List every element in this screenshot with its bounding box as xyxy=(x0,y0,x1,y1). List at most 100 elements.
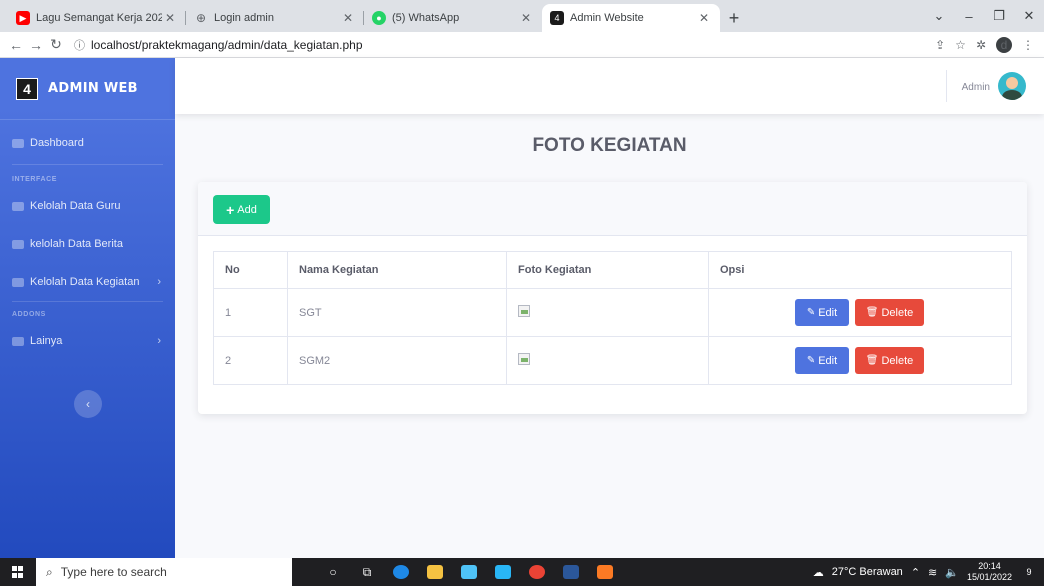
star-icon[interactable]: ☆ xyxy=(955,38,966,52)
edit-icon: ✎ xyxy=(806,307,816,318)
cell-opsi: ✎ Edit 🗑 Delete xyxy=(708,336,1012,385)
address-bar[interactable]: ⓘ localhost/praktekmagang/admin/data_keg… xyxy=(74,35,927,55)
tab-strip: ▶ Lagu Semangat Kerja 2021 | Top ✕ ⊕ Log… xyxy=(0,0,1044,32)
notification-icon[interactable]: 9 xyxy=(1020,563,1038,581)
maximize-button[interactable]: ❐ xyxy=(984,0,1014,32)
kegiatan-table: No Nama Kegiatan Foto Kegiatan Opsi 1 SG… xyxy=(213,251,1012,385)
plus-icon: + xyxy=(226,201,235,218)
cell-nama: SGT xyxy=(287,288,507,337)
file-explorer-icon[interactable] xyxy=(418,558,452,586)
sidebar-toggle-button[interactable]: ‹ xyxy=(74,390,102,418)
volume-icon[interactable]: 🔈 xyxy=(945,566,959,579)
store-icon[interactable] xyxy=(452,558,486,586)
dashboard-icon xyxy=(12,138,24,148)
user-name[interactable]: Admin xyxy=(962,82,990,93)
minimize-button[interactable]: – xyxy=(954,0,984,32)
sidebar: 4 ADMIN WEB Dashboard INTERFACE Kelolah … xyxy=(0,58,175,558)
edit-icon: ✎ xyxy=(806,355,816,366)
edit-button[interactable]: ✎ Edit xyxy=(795,299,849,326)
column-header-foto: Foto Kegiatan xyxy=(506,251,709,289)
chevron-right-icon: › xyxy=(157,276,161,288)
add-button[interactable]: + Add xyxy=(213,195,270,224)
sidebar-item-dashboard[interactable]: Dashboard xyxy=(0,124,175,162)
windows-icon xyxy=(12,566,24,578)
table-icon xyxy=(12,239,24,249)
brand-logo: 4 xyxy=(16,77,38,100)
broken-image-icon xyxy=(518,305,530,317)
search-icon: ⌕ xyxy=(46,564,53,579)
edge-icon[interactable] xyxy=(384,558,418,586)
tab-title: (5) WhatsApp xyxy=(392,12,460,24)
menu-icon[interactable]: ⋮ xyxy=(1022,38,1034,52)
extensions-icon[interactable]: ✲ xyxy=(976,38,986,52)
delete-button[interactable]: 🗑 Delete xyxy=(855,347,924,374)
main-content: Admin FOTO KEGIATAN + Add No Nama Kegiat… xyxy=(175,58,1044,558)
toolbar-icons: ⇪ ☆ ✲ d ⋮ xyxy=(935,36,1034,53)
tab-login-admin[interactable]: ⊕ Login admin ✕ xyxy=(186,4,364,32)
data-card: + Add No Nama Kegiatan Foto Kegiatan Ops… xyxy=(198,182,1027,414)
taskbar-search[interactable]: ⌕ Type here to search xyxy=(36,558,292,586)
weather-text[interactable]: 27°C Berawan xyxy=(832,566,903,578)
sidebar-item-label: Lainya xyxy=(30,335,63,347)
tab-whatsapp[interactable]: ● (5) WhatsApp ✕ xyxy=(364,4,542,32)
close-icon[interactable]: ✕ xyxy=(162,11,178,25)
tab-title: Admin Website xyxy=(570,12,644,24)
notification-count: 9 xyxy=(1026,567,1032,577)
reload-button[interactable]: ↻ xyxy=(46,36,66,53)
cortana-icon[interactable]: ○ xyxy=(316,558,350,586)
table-row: 1 SGT ✎ Edit 🗑 Delete xyxy=(213,288,1012,337)
sidebar-heading-addons: ADDONS xyxy=(12,310,46,318)
folder-icon xyxy=(12,336,24,346)
chevron-right-icon: › xyxy=(157,335,161,347)
sidebar-item-label: Dashboard xyxy=(30,137,84,149)
profile-avatar[interactable]: d xyxy=(996,36,1012,53)
new-tab-button[interactable]: + xyxy=(720,4,748,32)
chevron-down-icon[interactable]: ⌄ xyxy=(924,0,954,32)
cell-nama: SGM2 xyxy=(287,336,507,385)
info-icon[interactable]: ⓘ xyxy=(74,37,85,53)
share-icon[interactable]: ⇪ xyxy=(935,38,945,52)
sidebar-item-berita[interactable]: kelolah Data Berita xyxy=(0,225,175,263)
edit-button[interactable]: ✎ Edit xyxy=(795,347,849,374)
user-avatar[interactable] xyxy=(998,72,1026,100)
sidebar-item-label: Kelolah Data Kegiatan xyxy=(30,276,140,288)
sidebar-item-lainya[interactable]: Lainya › xyxy=(0,322,175,360)
tab-admin-website[interactable]: 4 Admin Website ✕ xyxy=(542,4,720,32)
close-window-button[interactable]: ✕ xyxy=(1014,0,1044,32)
page-title: FOTO KEGIATAN xyxy=(532,135,687,156)
clock-time: 20:14 xyxy=(978,561,1001,571)
mail-icon[interactable] xyxy=(486,558,520,586)
sidebar-brand[interactable]: 4 ADMIN WEB xyxy=(0,58,175,120)
sidebar-item-kegiatan[interactable]: Kelolah Data Kegiatan › xyxy=(0,263,175,301)
sidebar-item-guru[interactable]: Kelolah Data Guru xyxy=(0,187,175,225)
xampp-icon[interactable] xyxy=(588,558,622,586)
cell-no: 1 xyxy=(213,288,288,337)
tab-title: Login admin xyxy=(214,12,274,24)
table-row: 2 SGM2 ✎ Edit 🗑 Delete xyxy=(213,336,1012,385)
sidebar-item-label: Kelolah Data Guru xyxy=(30,200,121,212)
close-icon[interactable]: ✕ xyxy=(696,11,712,25)
back-button[interactable]: ← xyxy=(6,37,26,53)
clock[interactable]: 20:14 15/01/2022 xyxy=(967,561,1012,583)
chevron-up-icon[interactable]: ⌃ xyxy=(911,566,920,579)
forward-button[interactable]: → xyxy=(26,37,46,53)
task-view-icon[interactable]: ⧉ xyxy=(350,558,384,586)
word-icon[interactable] xyxy=(554,558,588,586)
network-icon[interactable]: ≋ xyxy=(928,566,937,579)
broken-image-icon xyxy=(518,353,530,365)
topbar: Admin xyxy=(175,58,1044,114)
close-icon[interactable]: ✕ xyxy=(518,11,534,25)
table-icon xyxy=(12,201,24,211)
taskbar-apps: ○ ⧉ xyxy=(316,558,622,586)
close-icon[interactable]: ✕ xyxy=(340,11,356,25)
tab-youtube[interactable]: ▶ Lagu Semangat Kerja 2021 | Top ✕ xyxy=(8,4,186,32)
card-header: + Add xyxy=(198,182,1027,236)
trash-icon: 🗑 xyxy=(865,355,879,366)
delete-button[interactable]: 🗑 Delete xyxy=(855,299,924,326)
start-button[interactable] xyxy=(0,558,36,586)
cell-opsi: ✎ Edit 🗑 Delete xyxy=(708,288,1012,337)
chrome-icon[interactable] xyxy=(520,558,554,586)
system-tray: ☁ 27°C Berawan ⌃ ≋ 🔈 20:14 15/01/2022 9 xyxy=(813,558,1044,586)
browser-toolbar: ← → ↻ ⓘ localhost/praktekmagang/admin/da… xyxy=(0,32,1044,58)
youtube-icon: ▶ xyxy=(16,11,30,25)
